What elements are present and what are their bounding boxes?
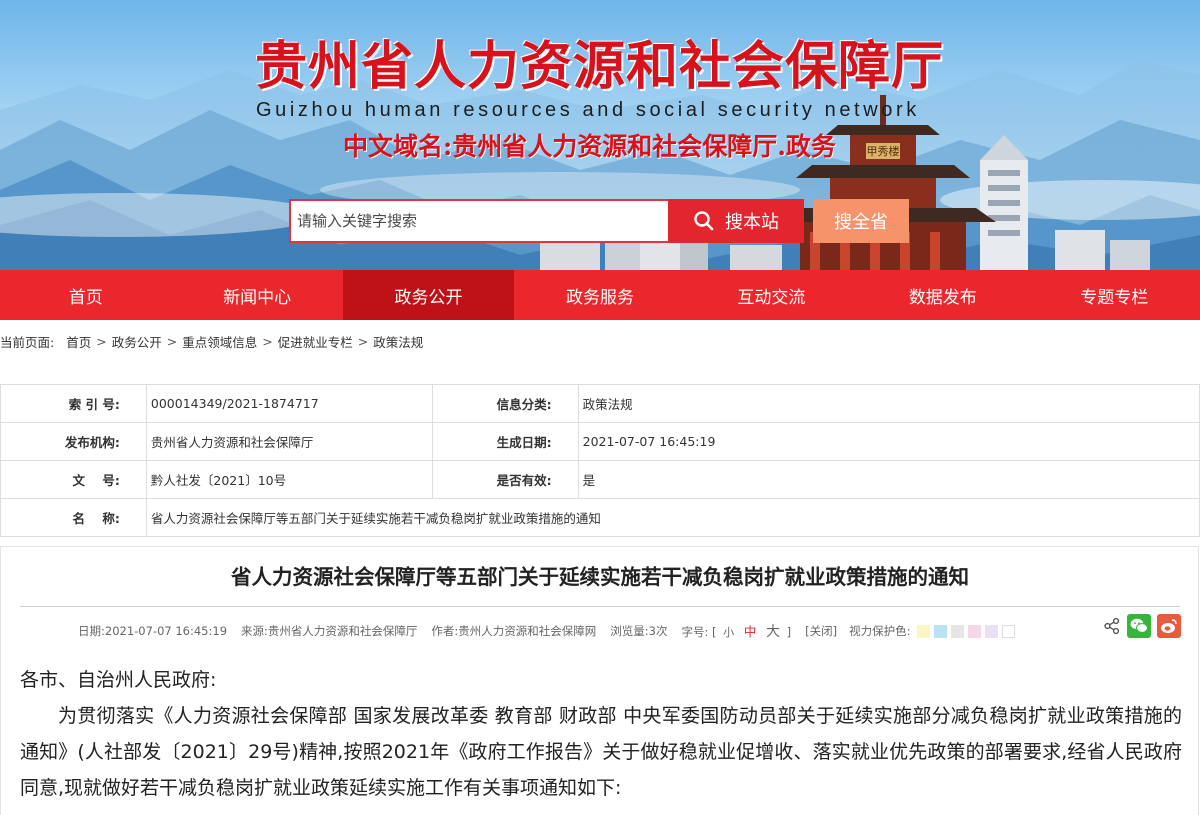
table-row: 索 引 号: 000014349/2021-1874717 信息分类: 政策法规 (0, 384, 1200, 423)
nav-item-data[interactable]: 数据发布 (857, 270, 1028, 320)
font-size-bracket-close: ] (786, 625, 792, 639)
date-value: 2021-07-07 16:45:19 (577, 422, 1200, 461)
name-value: 省人力资源社会保障厅等五部门关于延续实施若干减负稳岗扩就业政策措施的通知 (145, 498, 1200, 537)
breadcrumb: 当前页面: 首页 > 政务公开 > 重点领域信息 > 促进就业专栏 > 政策法规 (0, 330, 1200, 352)
breadcrumb-separator: > (262, 333, 273, 349)
nav-item-services[interactable]: 政务服务 (514, 270, 685, 320)
close-link[interactable]: [关闭] (805, 623, 837, 639)
weibo-icon (1161, 619, 1177, 633)
nav-item-interaction[interactable]: 互动交流 (686, 270, 857, 320)
index-label: 索 引 号: (0, 384, 147, 423)
font-size-medium-button[interactable]: 中 (744, 624, 757, 639)
table-row: 文 号: 黔人社发〔2021〕10号 是否有效: 是 (0, 460, 1200, 499)
font-size-large-button[interactable]: 大 (766, 624, 780, 640)
share-area (1103, 614, 1181, 638)
meta-source: 来源:贵州省人力资源和社会保障厅 (241, 624, 418, 638)
table-row: 发布机构: 贵州省人力资源和社会保障厅 生成日期: 2021-07-07 16:… (0, 422, 1200, 461)
font-size-bracket-open: [ (712, 625, 717, 639)
publisher-label: 发布机构: (0, 422, 147, 461)
article-title: 省人力资源社会保障厅等五部门关于延续实施若干减负稳岗扩就业政策措施的通知 (231, 565, 969, 589)
vision-protect-label: 视力保护色: (849, 624, 911, 638)
breadcrumb-separator: > (357, 333, 369, 349)
vision-color-swatch[interactable] (950, 624, 964, 638)
document-info-table: 索 引 号: 000014349/2021-1874717 信息分类: 政策法规… (0, 384, 1200, 537)
date-label: 生成日期: (431, 422, 579, 461)
wechat-share-button[interactable] (1127, 614, 1151, 638)
header-banner: 甲秀楼 贵州省人力资源和社会保障厅 Guizhou human resource… (0, 0, 1200, 270)
vision-color-swatch[interactable] (933, 624, 947, 638)
breadcrumb-separator: > (166, 333, 178, 349)
breadcrumb-policy[interactable]: 政策法规 (373, 332, 423, 351)
vision-color-swatch[interactable] (984, 624, 998, 638)
title-divider (20, 606, 1180, 607)
breadcrumb-employment-column[interactable]: 促进就业专栏 (278, 332, 353, 351)
category-label: 信息分类: (431, 384, 579, 423)
search-icon (694, 211, 714, 231)
breadcrumb-key-areas[interactable]: 重点领域信息 (182, 332, 257, 351)
search-box (289, 199, 669, 243)
vision-color-swatch[interactable] (967, 624, 981, 638)
category-value: 政策法规 (577, 384, 1200, 423)
share-icon[interactable] (1103, 617, 1121, 635)
search-site-label: 搜本站 (725, 212, 779, 233)
nav-item-home[interactable]: 首页 (0, 270, 171, 320)
weibo-share-button[interactable] (1157, 614, 1181, 638)
site-subtitle: Guizhou human resources and social secur… (256, 99, 920, 121)
valid-value: 是 (577, 460, 1200, 499)
nav-item-news[interactable]: 新闻中心 (171, 270, 342, 320)
meta-date: 日期:2021-07-07 16:45:19 (78, 624, 228, 638)
index-value: 000014349/2021-1874717 (145, 384, 433, 423)
breadcrumb-lead: 当前页面: (0, 334, 55, 350)
meta-author: 作者:贵州人力资源和社会保障网 (431, 624, 597, 638)
breadcrumb-home[interactable]: 首页 (66, 332, 91, 351)
article-paragraph: 为贯彻落实《人力资源社会保障部 国家发展改革委 教育部 财政部 中央军委国防动员… (20, 705, 1182, 799)
breadcrumb-separator: > (96, 333, 107, 349)
font-size-small-button[interactable]: 小 (723, 626, 734, 639)
nav-item-topics[interactable]: 专题专栏 (1029, 270, 1200, 320)
search-input[interactable] (291, 201, 669, 241)
site-title: 贵州省人力资源和社会保障厅 (255, 37, 945, 97)
docno-label: 文 号: (0, 460, 147, 499)
table-row: 名 称: 省人力资源社会保障厅等五部门关于延续实施若干减负稳岗扩就业政策措施的通… (0, 498, 1200, 537)
search-site-button[interactable]: 搜本站 (668, 199, 804, 243)
article-body: 各市、自治州人民政府: 为贯彻落实《人力资源社会保障部 国家发展改革委 教育部 … (20, 662, 1182, 806)
wechat-icon (1130, 618, 1148, 633)
breadcrumb-government-affairs[interactable]: 政务公开 (112, 332, 162, 351)
site-domain: 中文域名:贵州省人力资源和社会保障厅.政务 (343, 132, 836, 161)
article-meta: 日期:2021-07-07 16:45:19 来源:贵州省人力资源和社会保障厅 … (78, 622, 1015, 640)
valid-label: 是否有效: (431, 460, 579, 499)
docno-value: 黔人社发〔2021〕10号 (145, 460, 433, 499)
nav-item-government-affairs[interactable]: 政务公开 (342, 270, 515, 320)
vision-color-swatch[interactable] (1001, 624, 1015, 638)
font-size-control: 字号: [ 小 中 大 ] (681, 621, 791, 641)
vision-color-swatch[interactable] (916, 624, 930, 638)
meta-views: 浏览量:3次 (610, 624, 668, 638)
search-province-button[interactable]: 搜全省 (813, 199, 909, 243)
font-size-label: 字号: (681, 625, 709, 639)
article-greeting: 各市、自治州人民政府: (20, 669, 217, 691)
name-label: 名 称: (0, 498, 147, 537)
publisher-value: 贵州省人力资源和社会保障厅 (145, 422, 433, 461)
main-nav: 首页 新闻中心 政务公开 政务服务 互动交流 数据发布 专题专栏 (0, 270, 1200, 320)
vision-color-swatches (916, 624, 1015, 638)
